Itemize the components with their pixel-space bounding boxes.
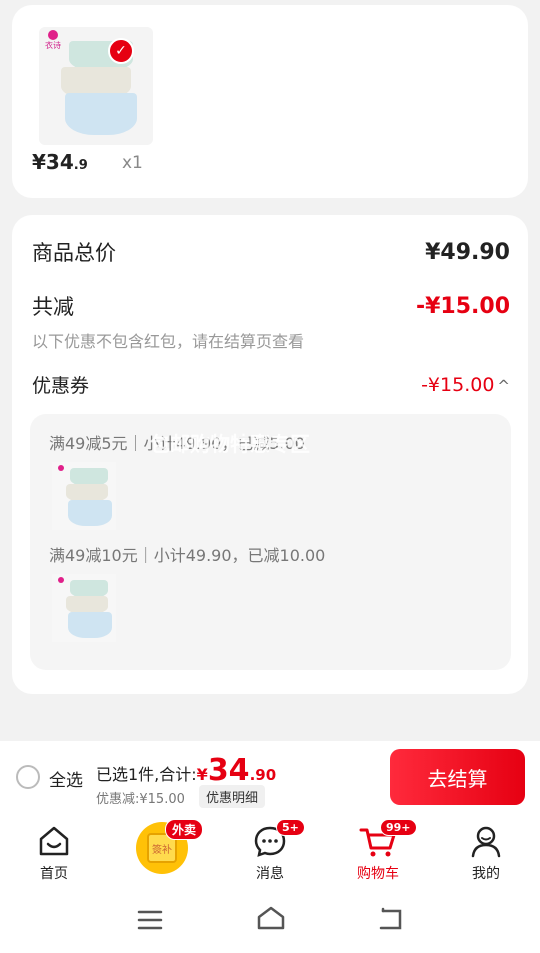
total-label: 商品总价 bbox=[32, 241, 116, 265]
menu-icon[interactable] bbox=[137, 909, 163, 935]
select-all-radio[interactable] bbox=[16, 765, 40, 789]
home-nav-icon[interactable] bbox=[256, 905, 286, 935]
profile-icon bbox=[441, 823, 531, 859]
discount-detail-button[interactable]: 优惠明细 bbox=[199, 785, 266, 808]
coupon-label: 优惠券 bbox=[32, 375, 90, 397]
select-all-label[interactable]: 全选 bbox=[49, 766, 83, 791]
bottom-tab-bar: 首页 簽补 外卖 5+ 消息 99+ 购物车 我的 bbox=[0, 815, 540, 887]
tab-label: 我的 bbox=[472, 866, 500, 882]
coupon-product-thumbnail bbox=[52, 462, 116, 530]
discount-note: 以下优惠不包含红包，请在结算页查看 bbox=[32, 332, 305, 351]
discount-row: 共减 -¥15.00 bbox=[32, 291, 510, 321]
chevron-up-icon: ^ bbox=[497, 376, 510, 395]
item-price: ¥34.9 bbox=[32, 150, 88, 174]
coupon-row[interactable]: 优惠券 -¥15.00 ^ bbox=[32, 371, 510, 398]
total-row: 商品总价 ¥49.90 bbox=[32, 237, 510, 267]
tab-messages[interactable]: 5+ 消息 bbox=[225, 819, 315, 883]
discount-value: -¥15.00 bbox=[415, 293, 510, 319]
back-icon[interactable] bbox=[378, 907, 404, 935]
message-icon: 5+ bbox=[225, 819, 315, 859]
coupon-product-thumbnail bbox=[52, 574, 116, 642]
tab-takeout[interactable]: 簽补 外卖 bbox=[117, 819, 207, 877]
takeout-badge: 外卖 bbox=[165, 819, 204, 840]
cart-icon: 99+ bbox=[333, 819, 423, 859]
coupon-detail-box: 满49减5元｜小计49.90，已减5.00 包邮购物特惠专区 满49减10元｜小… bbox=[30, 414, 511, 670]
item-quantity: x1 bbox=[122, 153, 143, 173]
tab-label: 购物车 bbox=[357, 866, 399, 882]
cart-badge: 99+ bbox=[380, 819, 417, 836]
coupon-line: 满49减10元｜小计49.90，已减10.00 bbox=[49, 546, 326, 565]
total-value: ¥49.90 bbox=[425, 239, 510, 265]
tab-cart[interactable]: 99+ 购物车 bbox=[333, 819, 423, 883]
takeout-icon: 簽补 外卖 bbox=[117, 819, 207, 877]
discount-summary: 优惠减:¥15.00 bbox=[96, 792, 185, 807]
system-nav-bar bbox=[0, 887, 540, 953]
message-badge: 5+ bbox=[276, 819, 305, 836]
brand-logo: 衣诗 bbox=[41, 30, 65, 50]
discount-label: 共减 bbox=[32, 295, 74, 319]
tab-label: 首页 bbox=[40, 866, 68, 882]
checkout-button[interactable]: 去结算 bbox=[390, 749, 525, 805]
tab-profile[interactable]: 我的 bbox=[441, 823, 531, 883]
checkout-bar: 全选 已选1件,合计: ¥34.90 优惠减:¥15.00 优惠明细 去结算 bbox=[0, 741, 540, 815]
home-icon bbox=[9, 823, 99, 859]
tab-label: 消息 bbox=[256, 866, 284, 882]
product-thumbnail[interactable]: 衣诗 bbox=[39, 27, 153, 145]
cart-item-card: 衣诗 ✓ ¥34.9 x1 bbox=[12, 5, 528, 198]
price-summary-card: 商品总价 ¥49.90 共减 -¥15.00 以下优惠不包含红包，请在结算页查看… bbox=[12, 215, 528, 694]
selected-total: 已选1件,合计: ¥34.90 bbox=[96, 753, 277, 788]
coupon-value[interactable]: -¥15.00 ^ bbox=[421, 374, 510, 396]
tab-home[interactable]: 首页 bbox=[9, 823, 99, 883]
item-selected-check-icon[interactable]: ✓ bbox=[108, 38, 134, 64]
coupon-line: 满49减5元｜小计49.90，已减5.00 bbox=[49, 434, 305, 453]
